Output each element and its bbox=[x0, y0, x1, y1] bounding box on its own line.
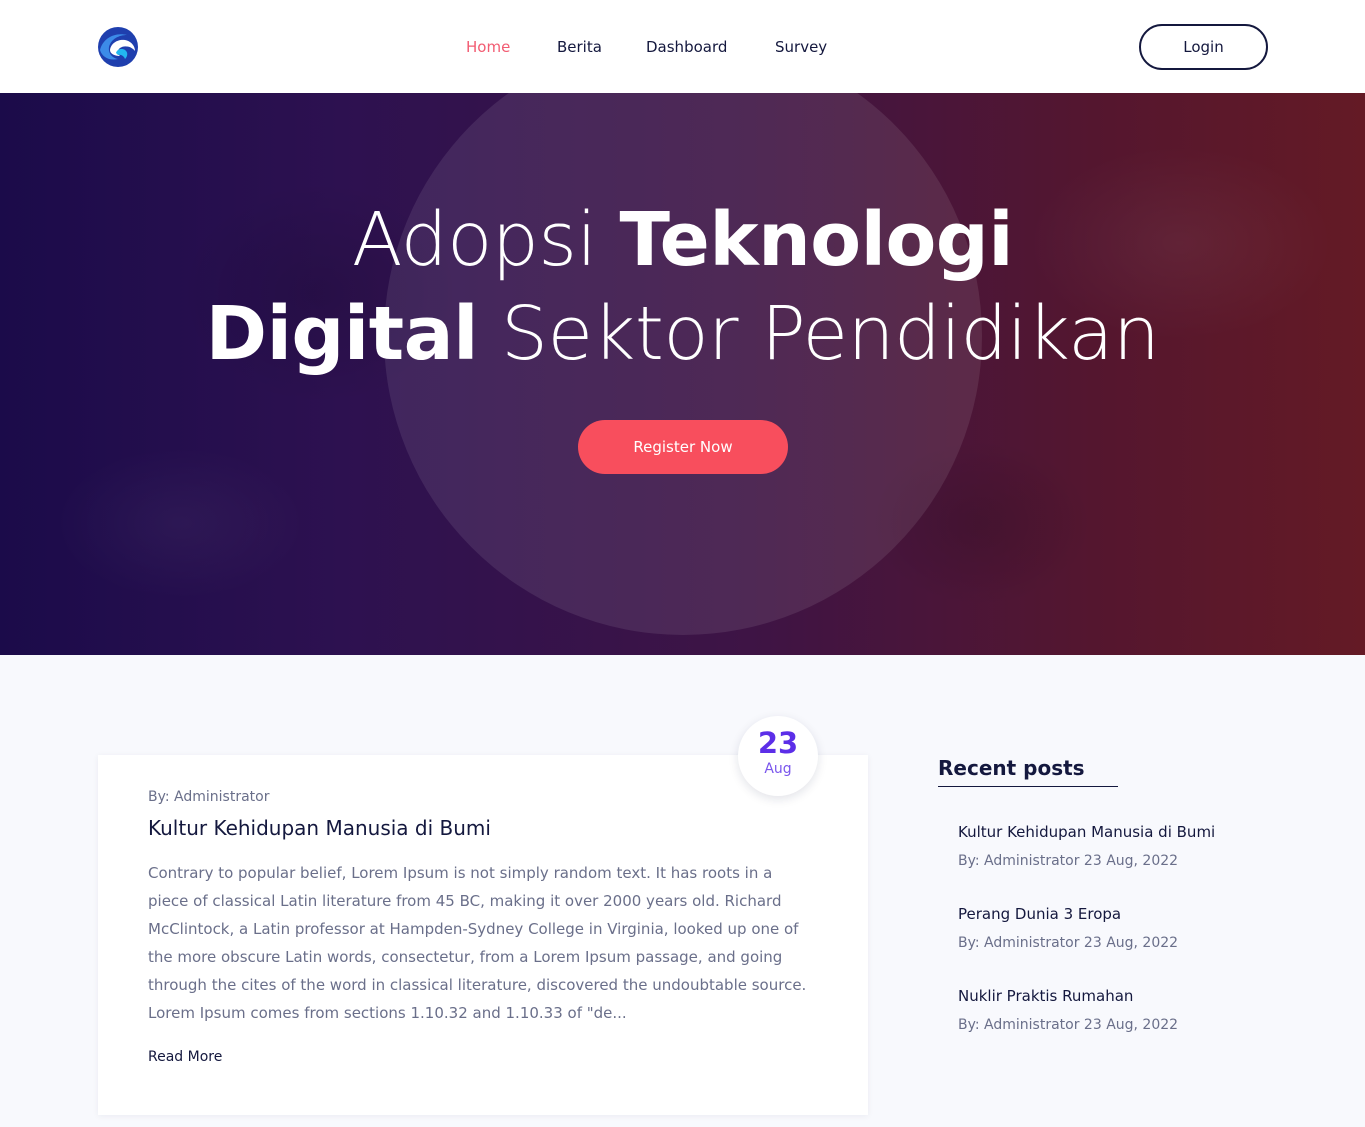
recent-posts-underline bbox=[938, 786, 1118, 787]
post-author: By: Administrator bbox=[148, 789, 270, 805]
nav-home[interactable]: Home bbox=[466, 36, 510, 58]
hero-title: Adopsi Teknologi Digital Sektor Pendidik… bbox=[0, 193, 1365, 381]
nav-berita[interactable]: Berita bbox=[557, 36, 602, 58]
recent-post-meta: By: Administrator 23 Aug, 2022 bbox=[958, 1017, 1179, 1033]
site-header: Home Berita Dashboard Survey Login bbox=[0, 0, 1365, 93]
hero-title-word-bold: Digital bbox=[205, 291, 479, 377]
post-title[interactable]: Kultur Kehidupan Manusia di Bumi bbox=[148, 815, 491, 841]
recent-posts-title: Recent posts bbox=[938, 756, 1085, 780]
recent-post-item: Kultur Kehidupan Manusia di Bumi By: Adm… bbox=[958, 821, 1338, 871]
recent-post-meta: By: Administrator 23 Aug, 2022 bbox=[958, 935, 1179, 951]
hero-title-word: Adopsi bbox=[351, 197, 597, 283]
nav-dashboard[interactable]: Dashboard bbox=[646, 36, 727, 58]
post-card: By: Administrator Kultur Kehidupan Manus… bbox=[98, 755, 868, 1115]
hero-banner: Adopsi Teknologi Digital Sektor Pendidik… bbox=[0, 93, 1365, 655]
recent-post-item: Nuklir Praktis Rumahan By: Administrator… bbox=[958, 985, 1338, 1035]
login-button[interactable]: Login bbox=[1139, 24, 1268, 70]
hero-title-word: Sektor Pendidikan bbox=[500, 291, 1160, 377]
date-month: Aug bbox=[764, 761, 792, 777]
date-day: 23 bbox=[757, 726, 799, 760]
recent-post-title[interactable]: Nuklir Praktis Rumahan bbox=[958, 985, 1338, 1007]
recent-post-title[interactable]: Kultur Kehidupan Manusia di Bumi bbox=[958, 821, 1338, 843]
register-now-button[interactable]: Register Now bbox=[578, 420, 788, 474]
read-more-link[interactable]: Read More bbox=[148, 1049, 222, 1065]
hero-title-word-bold: Teknologi bbox=[619, 197, 1014, 283]
recent-post-title[interactable]: Perang Dunia 3 Eropa bbox=[958, 903, 1338, 925]
recent-post-item: Perang Dunia 3 Eropa By: Administrator 2… bbox=[958, 903, 1338, 953]
nav-survey[interactable]: Survey bbox=[775, 36, 827, 58]
post-excerpt: Contrary to popular belief, Lorem Ipsum … bbox=[148, 864, 807, 1022]
recent-post-meta: By: Administrator 23 Aug, 2022 bbox=[958, 853, 1179, 869]
date-badge: 23 Aug bbox=[738, 716, 818, 796]
